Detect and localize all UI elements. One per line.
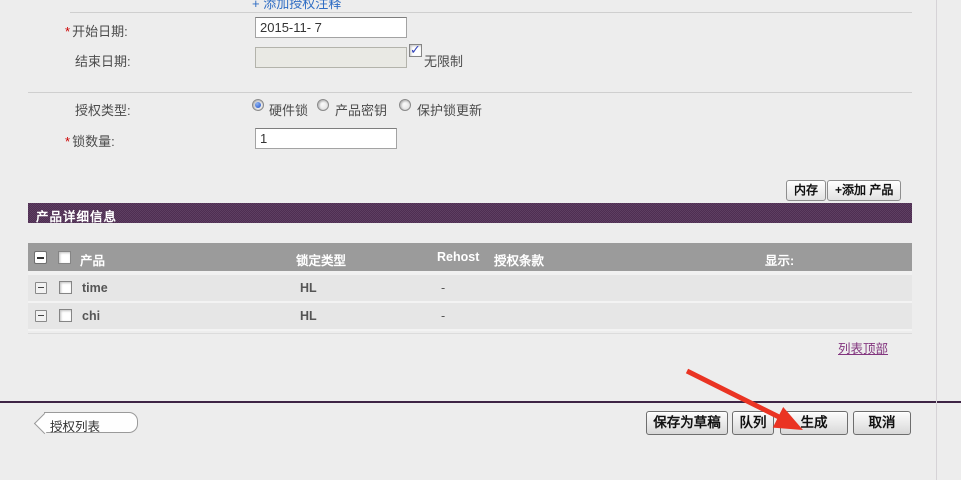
- column-license-terms: 授权条款: [494, 250, 544, 269]
- top-divider: [70, 12, 912, 13]
- plus-icon: +: [252, 0, 260, 11]
- unlimited-label: 无限制: [424, 51, 463, 70]
- product-details-header: 产品详细信息: [28, 203, 912, 223]
- lock-count-label: *锁数量:: [65, 131, 115, 150]
- unlimited-checkbox[interactable]: [409, 44, 422, 57]
- column-product: 产品: [80, 250, 105, 269]
- annotation-arrow: [0, 0, 961, 480]
- cell-lock-type: HL: [300, 281, 317, 295]
- right-border: [936, 0, 937, 480]
- license-entitlement-form-page: + 添加授权注释 *开始日期: 结束日期: 无限制 授权类型: 硬件锁 产品密钥…: [0, 0, 961, 480]
- cell-lock-type: HL: [300, 309, 317, 323]
- section-divider: [28, 92, 912, 93]
- add-license-note-link[interactable]: + 添加授权注释: [252, 0, 341, 12]
- cell-rehost: -: [441, 309, 445, 323]
- add-product-button[interactable]: +添加 产品: [827, 180, 901, 201]
- table-bottom-border: [28, 333, 912, 334]
- table-row: chi HL -: [28, 303, 912, 331]
- generate-button[interactable]: 生成: [780, 411, 848, 435]
- queue-button[interactable]: 队列: [732, 411, 774, 435]
- lock-count-input[interactable]: [255, 128, 397, 149]
- end-date-label: 结束日期:: [75, 51, 131, 70]
- column-lock-type: 锁定类型: [296, 250, 346, 269]
- save-draft-button[interactable]: 保存为草稿: [646, 411, 728, 435]
- radio-product-key[interactable]: [317, 99, 329, 111]
- product-details-title: 产品详细信息: [36, 206, 117, 225]
- table-row: time HL -: [28, 275, 912, 303]
- required-asterisk: *: [65, 24, 70, 39]
- show-filter-label: 显示:: [765, 250, 794, 269]
- radio-key-update-label: 保护锁更新: [417, 100, 482, 119]
- radio-hardware-key[interactable]: [252, 99, 264, 111]
- collapse-all-icon[interactable]: [34, 251, 47, 264]
- required-asterisk: *: [65, 134, 70, 149]
- product-table-header: 产品 锁定类型 Rehost 授权条款 显示: 可配置的: [28, 243, 912, 271]
- footer-divider: [0, 401, 961, 403]
- cancel-button[interactable]: 取消: [853, 411, 911, 435]
- cell-product: chi: [82, 309, 100, 323]
- memory-button[interactable]: 内存: [786, 180, 826, 201]
- cell-product: time: [82, 281, 108, 295]
- collapse-row-icon[interactable]: [35, 282, 47, 294]
- row-checkbox[interactable]: [59, 309, 72, 322]
- end-date-input[interactable]: [255, 47, 407, 68]
- select-all-checkbox[interactable]: [58, 251, 71, 264]
- collapse-row-icon[interactable]: [35, 310, 47, 322]
- start-date-label: *开始日期:: [65, 21, 128, 40]
- license-type-label: 授权类型:: [75, 100, 131, 119]
- radio-hardware-key-label: 硬件锁: [269, 100, 308, 119]
- radio-product-key-label: 产品密钥: [335, 100, 387, 119]
- column-rehost: Rehost: [437, 250, 479, 264]
- row-checkbox[interactable]: [59, 281, 72, 294]
- back-to-license-list-button[interactable]: 授权列表: [44, 412, 138, 433]
- top-of-list-link[interactable]: 列表顶部: [838, 338, 888, 357]
- start-date-input[interactable]: [255, 17, 407, 38]
- radio-key-update[interactable]: [399, 99, 411, 111]
- cell-rehost: -: [441, 281, 445, 295]
